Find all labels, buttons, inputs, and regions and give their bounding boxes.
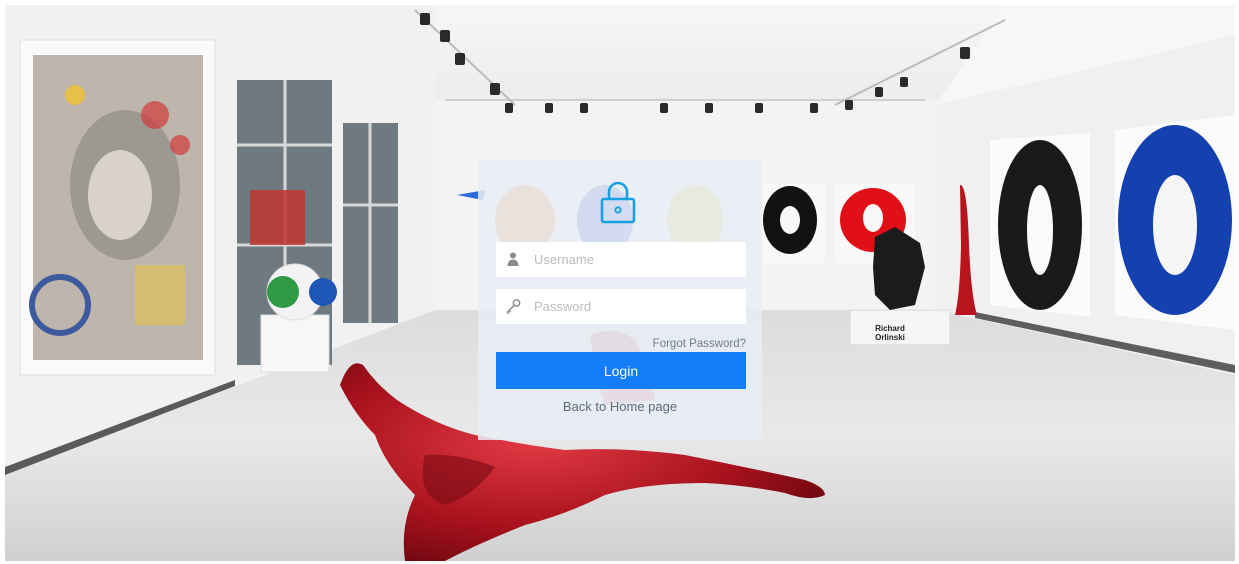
svg-text:Orlinski: Orlinski (875, 333, 905, 342)
key-icon (506, 299, 521, 315)
login-panel: Forgot Password? Login Back to Home page (478, 159, 762, 440)
password-input[interactable] (534, 289, 740, 324)
forgot-password-link[interactable]: Forgot Password? (653, 338, 746, 350)
back-to-home-link[interactable]: Back to Home page (478, 399, 762, 414)
password-field[interactable] (496, 289, 746, 324)
login-button[interactable]: Login (496, 352, 746, 389)
user-icon (507, 252, 519, 266)
username-field[interactable] (496, 242, 746, 277)
lock-icon (600, 181, 636, 224)
login-page: Richard Orlinski Username Forgot Passwor… (0, 0, 1239, 564)
username-input[interactable] (534, 242, 740, 277)
svg-text:Richard: Richard (875, 324, 905, 333)
